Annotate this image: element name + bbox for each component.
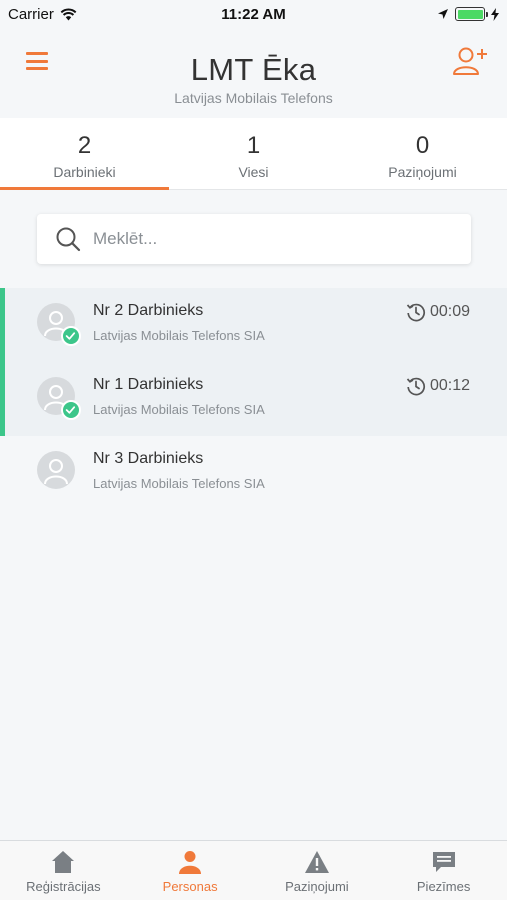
list-item[interactable]: Nr 1 Darbinieks Latvijas Mobilais Telefo… — [0, 362, 507, 436]
nav-registracijas[interactable]: Reģistrācijas — [0, 841, 127, 900]
elapsed-time-value: 00:09 — [429, 303, 470, 320]
nav-label: Reģistrācijas — [26, 879, 101, 894]
wifi-icon — [60, 8, 77, 20]
list-item[interactable]: Nr 2 Darbinieks Latvijas Mobilais Telefo… — [0, 288, 507, 362]
search-input[interactable] — [93, 229, 453, 249]
header: LMT Ēka Latvijas Mobilais Telefons — [0, 28, 507, 118]
home-icon — [52, 851, 75, 873]
person-name: Nr 3 Darbinieks — [93, 450, 204, 467]
tab-darbinieki[interactable]: 2 Darbinieki — [0, 118, 169, 190]
elapsed-time-value: 00:12 — [429, 377, 470, 394]
tab-pazinojumi[interactable]: 0 Paziņojumi — [338, 118, 507, 189]
search-box — [37, 214, 471, 264]
battery-icon — [455, 7, 488, 21]
carrier-label: Carrier — [8, 5, 54, 23]
tab-label: Paziņojumi — [388, 164, 457, 180]
person-icon — [179, 851, 202, 874]
nav-label: Personas — [162, 879, 218, 894]
nav-piezimes[interactable]: Piezīmes — [380, 841, 507, 900]
add-person-icon[interactable] — [451, 46, 489, 78]
nav-personas[interactable]: Personas — [127, 841, 254, 900]
tab-viesi[interactable]: 1 Viesi — [169, 118, 338, 189]
page-subtitle: Latvijas Mobilais Telefons — [174, 90, 333, 106]
tab-bar: 2 Darbinieki 1 Viesi 0 Paziņojumi — [0, 118, 507, 190]
person-list: Nr 2 Darbinieks Latvijas Mobilais Telefo… — [0, 288, 507, 510]
tab-count: 0 — [415, 132, 430, 159]
tab-label: Darbinieki — [53, 164, 116, 180]
status-left: Carrier — [8, 6, 77, 23]
location-arrow-icon — [438, 9, 448, 19]
check-icon — [61, 400, 81, 420]
search-icon — [56, 227, 81, 252]
elapsed-time: 00:09 — [406, 302, 470, 322]
nav-label: Piezīmes — [416, 879, 471, 894]
person-placeholder-icon — [44, 459, 68, 485]
chat-icon — [432, 852, 455, 872]
history-clock-icon — [406, 377, 425, 396]
nav-pazinojumi[interactable]: Paziņojumi — [254, 841, 381, 900]
list-item[interactable]: Nr 3 Darbinieks Latvijas Mobilais Telefo… — [0, 436, 507, 510]
check-icon — [61, 326, 81, 346]
person-company: Latvijas Mobilais Telefons SIA — [93, 476, 265, 491]
history-clock-icon — [406, 303, 425, 322]
tab-count: 2 — [77, 132, 92, 159]
status-right — [437, 7, 499, 21]
person-company: Latvijas Mobilais Telefons SIA — [93, 328, 265, 343]
tab-label: Viesi — [238, 164, 269, 180]
nav-label: Paziņojumi — [285, 879, 349, 894]
page-title: LMT Ēka — [190, 52, 317, 87]
avatar — [37, 451, 75, 489]
elapsed-time: 00:12 — [406, 376, 470, 396]
person-name: Nr 2 Darbinieks — [93, 302, 204, 319]
tab-count: 1 — [246, 132, 261, 159]
bottom-tab-bar: Reģistrācijas Personas Paziņojumi Piezīm… — [0, 840, 507, 900]
warning-icon — [304, 851, 329, 873]
charging-bolt-icon — [491, 7, 499, 21]
person-company: Latvijas Mobilais Telefons SIA — [93, 402, 265, 417]
battery-fill — [457, 9, 483, 19]
status-bar: Carrier 11:22 AM — [0, 0, 507, 28]
person-name: Nr 1 Darbinieks — [93, 376, 204, 393]
